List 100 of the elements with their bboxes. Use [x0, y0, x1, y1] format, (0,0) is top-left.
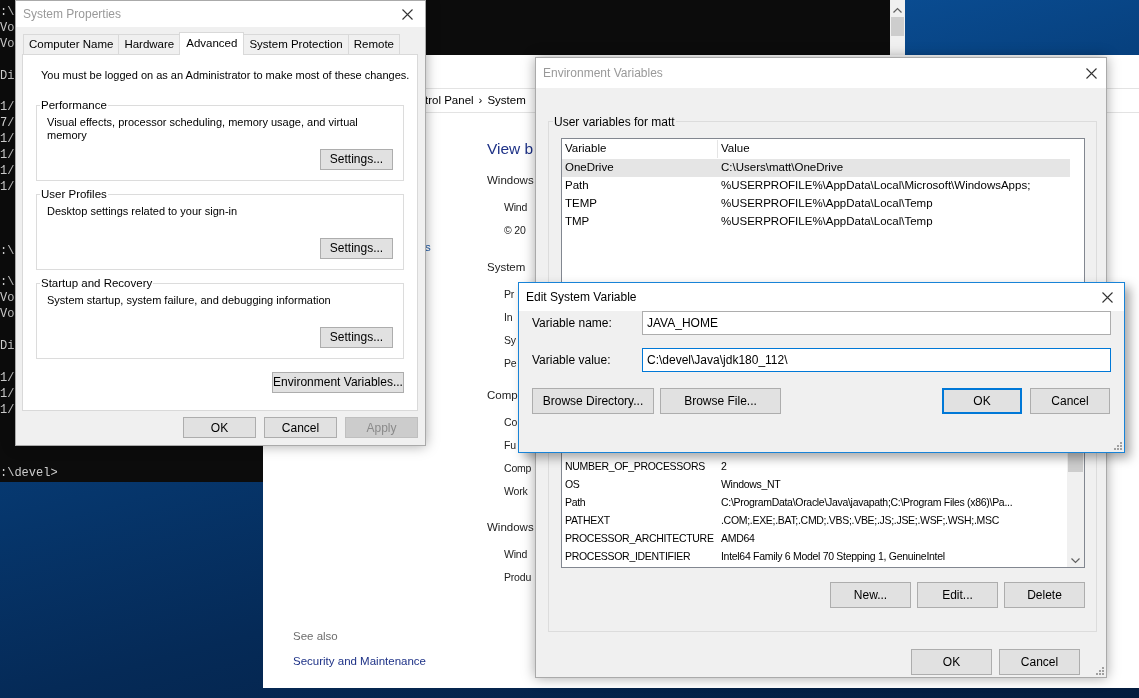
list-cell-text: %USERPROFILE%\AppData\Local\Microsoft\WindowsApps;	[720, 178, 1031, 194]
list-cell-text: OneDrive	[564, 160, 615, 176]
breadcrumb-separator[interactable]: ›	[478, 91, 483, 110]
console-line: Vo	[0, 20, 15, 37]
list-row[interactable]: PATHEXT .COM;.EXE;.BAT;.CMD;.VBS;.VBE;.JS;.JSE;.WSF;.WSH;.MSC	[562, 512, 1070, 530]
console-line: 7/	[0, 116, 15, 133]
console-line: :\	[0, 5, 15, 21]
list-cell-text: %USERPROFILE%\AppData\Local\Temp	[720, 196, 933, 212]
list-row[interactable]: NUMBER_OF_PROCESSORS 2	[562, 458, 1070, 476]
list-row[interactable]: PROCESSOR_ARCHITECTURE AMD64	[562, 530, 1070, 548]
list-cell-text: NUMBER_OF_PROCESSORS	[564, 459, 706, 475]
list-cell-text: %USERPROFILE%\AppData\Local\Temp	[720, 214, 933, 230]
dialog-button[interactable]: Delete	[1004, 582, 1085, 608]
section-item: Wind	[504, 200, 528, 215]
section-item: Pr	[504, 287, 515, 302]
dialog-button[interactable]: OK	[911, 649, 992, 675]
console-line: 1/	[0, 132, 15, 149]
scroll-up-icon[interactable]	[893, 7, 902, 13]
close-icon[interactable]	[402, 8, 413, 20]
dialog-button[interactable]: OK	[942, 388, 1022, 414]
section-item: Fu	[504, 438, 516, 453]
close-icon[interactable]	[1086, 67, 1097, 79]
dialog-button[interactable]: Cancel	[999, 649, 1080, 675]
console-line: :\devel>	[0, 466, 58, 483]
list-cell-text: TEMP	[564, 196, 598, 212]
scrollbar-thumb[interactable]	[891, 17, 904, 36]
see-also-link[interactable]: Security and Maintenance	[263, 652, 426, 670]
list-row[interactable]: Path C:\ProgramData\Oracle\Java\javapath;C:\Program Files (x86)\Pa...	[562, 494, 1070, 512]
settings-button[interactable]: Settings...	[320, 326, 393, 348]
console-line: Vo	[0, 307, 15, 324]
see-also-label: See also	[292, 628, 338, 644]
dialog-button[interactable]: Browse Directory...	[532, 388, 654, 414]
resize-grip-icon[interactable]	[1114, 442, 1122, 450]
list-row[interactable]: OS Windows_NT	[562, 476, 1070, 494]
list-cell-text: PROCESSOR_ARCHITECTURE	[564, 531, 715, 547]
console-line: Vo	[0, 291, 15, 308]
section-item: Produ	[504, 570, 532, 585]
list-row[interactable]: TMP %USERPROFILE%\AppData\Local\Temp	[562, 213, 1070, 231]
group-description: Desktop settings related to your sign-in	[47, 204, 239, 218]
list-cell-text: TMP	[564, 214, 591, 230]
section-heading: System	[487, 260, 526, 275]
list-row[interactable]: Path %USERPROFILE%\AppData\Local\Microsoft\WindowsApps;	[562, 177, 1070, 195]
dialog-button[interactable]: Edit...	[917, 582, 998, 608]
resize-grip-icon[interactable]	[1096, 667, 1104, 675]
breadcrumb-item[interactable]: System	[487, 91, 526, 110]
section-item: In	[504, 310, 513, 325]
section-heading: Comp	[487, 388, 518, 403]
tab[interactable]: Remote	[347, 34, 400, 54]
section-item: © 20	[504, 223, 526, 238]
section-item: Work	[504, 484, 528, 499]
page-heading: View b	[487, 139, 534, 159]
console-line: 1/	[0, 164, 15, 180]
scrollbar[interactable]	[890, 0, 905, 55]
notice-text: You must be logged on as an Administrator to make most of these changes.	[40, 68, 410, 83]
window-title: Environment Variables	[543, 65, 663, 82]
list-cell-text: PATHEXT	[564, 513, 611, 529]
close-icon[interactable]	[1102, 291, 1113, 303]
section-item: Sy	[504, 333, 516, 348]
settings-button[interactable]: Settings...	[320, 148, 393, 170]
window-title: System Properties	[23, 6, 122, 23]
list-row[interactable]: OneDrive C:\Users\matt\OneDrive	[562, 159, 1070, 177]
list-row[interactable]: PROCESSOR_IDENTIFIER Intel64 Family 6 Model 70 Stepping 1, GenuineIntel	[562, 548, 1070, 566]
column-header[interactable]: Variable	[562, 140, 718, 158]
section-item: Pe	[504, 356, 517, 371]
breadcrumb-item[interactable]: trol Panel	[425, 91, 474, 110]
console-line: 1/	[0, 148, 15, 165]
list-cell-text: Windows_NT	[720, 477, 781, 493]
console-line: 1/	[0, 370, 15, 387]
column-header[interactable]: Value	[718, 140, 750, 158]
tab[interactable]: Computer Name	[23, 34, 120, 54]
list-cell-text: AMD64	[720, 531, 755, 547]
field-label: Variable name:	[532, 315, 613, 332]
settings-button[interactable]: Settings...	[320, 237, 393, 259]
console-line: :\	[0, 243, 15, 260]
dialog-button[interactable]: OK	[183, 417, 256, 438]
list-cell-text: Path	[564, 178, 590, 194]
section-item: Comp	[504, 461, 532, 476]
text-field[interactable]: C:\devel\Java\jdk180_112\	[642, 348, 1111, 372]
tab[interactable]: Advanced	[179, 32, 245, 55]
text-field[interactable]: JAVA_HOME	[642, 311, 1111, 335]
group-description: Visual effects, processor scheduling, memory usage, and virtual memory	[47, 115, 359, 142]
window-title: Edit System Variable	[526, 289, 637, 306]
list-cell-text: C:\Users\matt\OneDrive	[720, 160, 844, 176]
list-cell-text: 2	[720, 459, 727, 475]
list-cell-text: OS	[564, 477, 581, 493]
section-heading: Windows	[487, 520, 534, 535]
environment-variables-button[interactable]: Environment Variables...	[272, 371, 404, 393]
section-item: Wind	[504, 547, 528, 562]
console-line: Di	[0, 338, 15, 355]
list-cell-text: .COM;.EXE;.BAT;.CMD;.VBS;.VBE;.JS;.JSE;.WSF;.WSH;.MSC	[720, 513, 999, 529]
dialog-button[interactable]: New...	[830, 582, 911, 608]
console-line: 1/	[0, 179, 15, 196]
field-label: Variable value:	[532, 352, 612, 369]
scroll-down-icon[interactable]	[1071, 558, 1080, 564]
console-line: Di	[0, 68, 15, 85]
list-row[interactable]: TEMP %USERPROFILE%\AppData\Local\Temp	[562, 195, 1070, 213]
dialog-button[interactable]: Cancel	[264, 417, 337, 438]
dialog-button[interactable]: Cancel	[1030, 388, 1110, 414]
list-cell-text: Intel64 Family 6 Model 70 Stepping 1, GenuineIntel	[720, 549, 945, 565]
dialog-button[interactable]: Browse File...	[660, 388, 781, 414]
